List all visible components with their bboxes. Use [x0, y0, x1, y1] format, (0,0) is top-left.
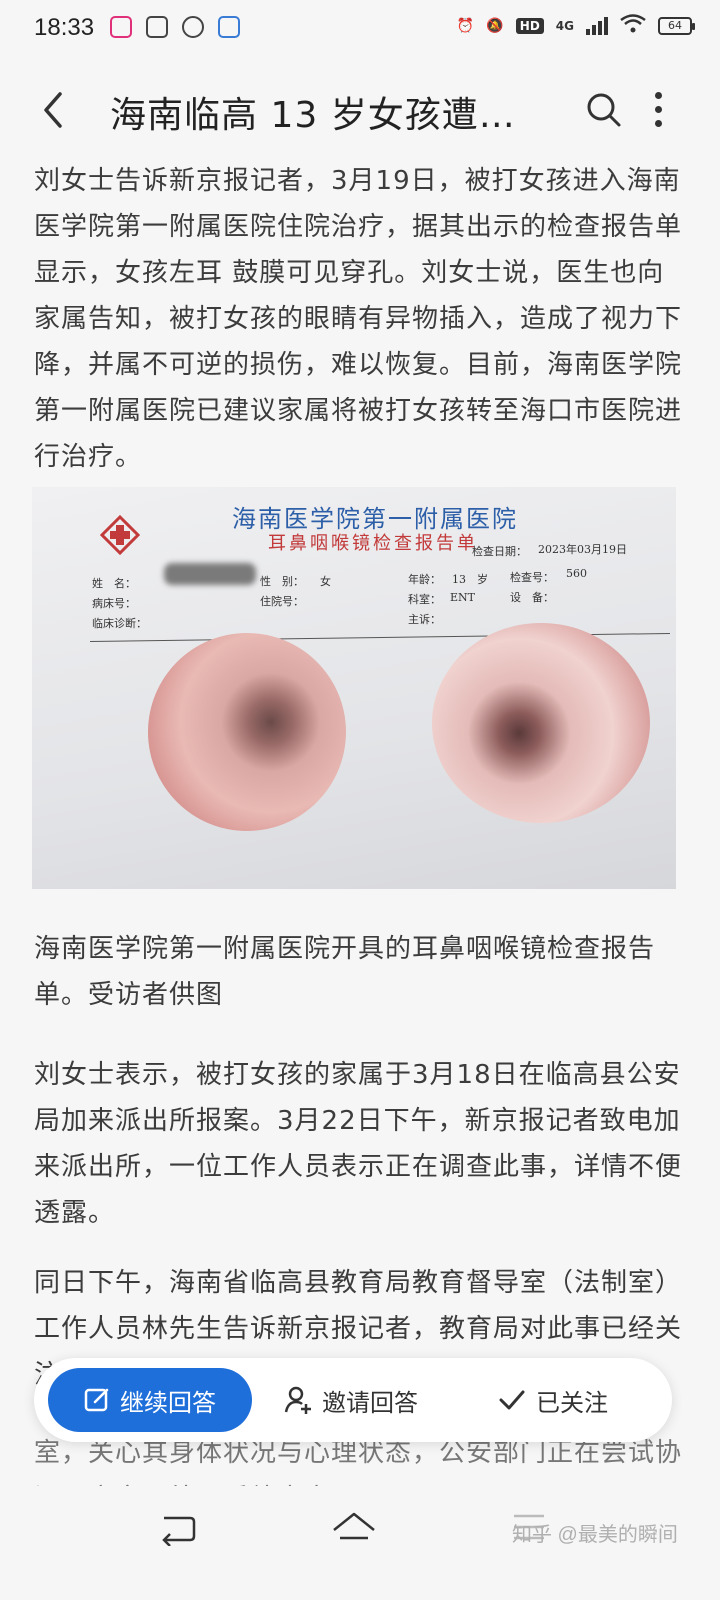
back-button[interactable]	[34, 80, 74, 140]
signal-icon	[586, 17, 608, 35]
age-value: 13 岁	[452, 573, 488, 586]
bed-label: 病床号：	[92, 597, 136, 610]
back-arrow-icon	[44, 92, 62, 128]
dept-label: 科室：	[408, 593, 441, 606]
continue-answer-label: 继续回答	[120, 1388, 216, 1417]
report-image[interactable]: 海南医学院第一附属医院 耳鼻咽喉镜检查报告单 检查日期： 2023年03月19日…	[32, 487, 676, 889]
app-notification-icon	[110, 16, 132, 38]
invite-user-icon	[284, 1386, 311, 1414]
exam-no-label: 检查号：	[510, 571, 554, 584]
dot	[654, 92, 662, 99]
follow-button[interactable]: 已关注	[498, 1368, 608, 1432]
notification-icons	[110, 16, 240, 38]
admission-label: 住院号：	[260, 595, 304, 608]
search-button[interactable]	[584, 90, 624, 130]
follow-label: 已关注	[536, 1388, 608, 1417]
report-paper: 海南医学院第一附属医院 耳鼻咽喉镜检查报告单 检查日期： 2023年03月19日…	[32, 487, 676, 889]
continue-answer-button[interactable]: 继续回答	[48, 1368, 252, 1432]
sex-value: 女	[320, 575, 331, 588]
diagnosis-label: 临床诊断：	[92, 617, 147, 630]
checkmark-icon	[499, 1390, 525, 1410]
image-caption: 海南医学院第一附属医院开具的耳鼻咽喉镜检查报告单。受访者供图	[34, 934, 656, 1010]
redacted-name	[164, 563, 256, 585]
gallery-notification-icon	[146, 16, 168, 38]
answer-action-bar: 继续回答 邀请回答 已关注	[34, 1358, 672, 1442]
invite-answer-label: 邀请回答	[322, 1388, 418, 1417]
wechat-notification-icon	[182, 16, 204, 38]
exam-no: 560	[566, 567, 587, 580]
status-bar: 18:33 ⏰ 🔕 HD 4G 64	[0, 0, 720, 56]
right-ear-endoscope-image	[432, 623, 650, 823]
mute-icon: 🔕	[486, 18, 504, 34]
report-title: 耳鼻咽喉镜检查报告单	[268, 533, 478, 554]
watermark: 知乎 @最美的瞬间	[512, 1524, 678, 1546]
device-label: 设 备：	[510, 591, 554, 604]
system-nav-bar: 知乎 @最美的瞬间	[0, 1490, 720, 1600]
app-store-notification-icon	[218, 16, 240, 38]
exam-date-label: 检查日期：	[472, 545, 527, 558]
wifi-icon	[620, 14, 646, 38]
battery-icon: 64	[658, 17, 695, 35]
page-title: 海南临高 13 岁女孩遭…	[110, 95, 516, 136]
name-label: 姓 名：	[92, 577, 136, 590]
hd-badge: HD	[515, 18, 544, 34]
edit-icon	[84, 1388, 109, 1412]
more-options-button[interactable]	[648, 92, 668, 132]
nav-home-icon[interactable]	[330, 1508, 378, 1548]
age-label: 年龄：	[408, 573, 441, 586]
sex-label: 性 别：	[260, 575, 304, 588]
article-paragraph: 刘女士告诉新京报记者，3月19日，被打女孩进入海南医学院第一附属医院住院治疗，据…	[34, 166, 683, 472]
top-bar: 海南临高 13 岁女孩遭…	[0, 60, 720, 160]
invite-answer-button[interactable]: 邀请回答	[284, 1368, 418, 1432]
hospital-cross-icon	[100, 515, 140, 555]
dot	[654, 106, 662, 113]
search-icon	[587, 93, 621, 127]
exam-date: 2023年03月19日	[538, 543, 627, 556]
status-time: 18:33	[34, 14, 95, 41]
network-type: 4G	[555, 19, 574, 33]
article-paragraph: 刘女士表示，被打女孩的家属于3月18日在临高县公安局加来派出所报案。3月22日下…	[34, 1060, 683, 1228]
complaint-label: 主诉：	[408, 613, 441, 626]
alarm-icon: ⏰	[456, 18, 475, 34]
left-ear-endoscope-image	[148, 633, 346, 831]
nav-back-icon[interactable]	[156, 1512, 198, 1546]
dept-value: ENT	[450, 591, 475, 604]
system-status-icons: ⏰ 🔕 HD 4G 64	[456, 14, 695, 38]
dot	[654, 120, 662, 127]
